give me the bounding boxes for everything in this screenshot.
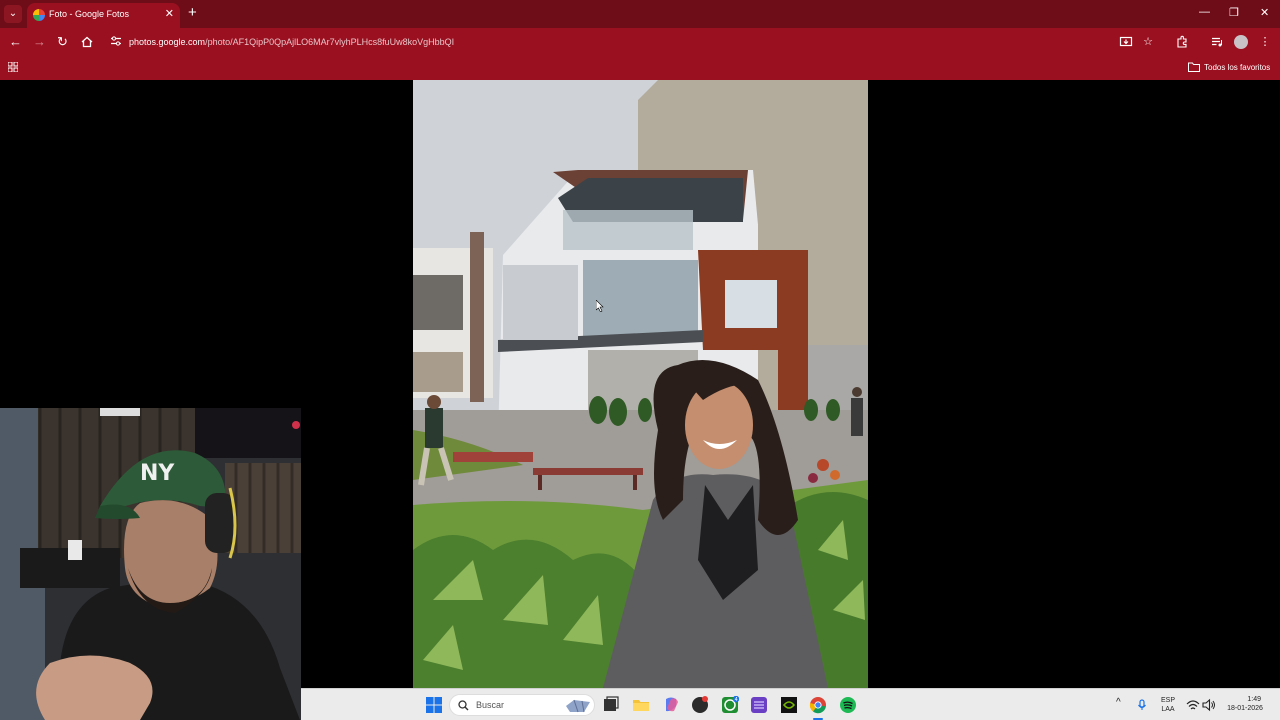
restore-icon[interactable]: ❐ bbox=[1229, 6, 1239, 19]
nvidia-icon[interactable] bbox=[780, 696, 798, 714]
close-window-icon[interactable]: ✕ bbox=[1260, 6, 1269, 19]
new-tab-icon[interactable]: + bbox=[188, 5, 197, 21]
svg-text:NY: NY bbox=[140, 461, 175, 486]
menu-kebab-icon[interactable]: ⋮ bbox=[1258, 35, 1272, 49]
mouse-cursor-icon bbox=[596, 300, 604, 312]
tab-close-icon[interactable]: ✕ bbox=[165, 7, 174, 20]
clipchamp-icon[interactable] bbox=[750, 696, 768, 714]
taskbar: Buscar 4 ^ ESP LAA 1:49 18-01-2026 bbox=[301, 688, 1280, 720]
davinci-resolve-icon[interactable] bbox=[691, 696, 709, 714]
search-icon bbox=[458, 700, 469, 711]
input-language[interactable]: ESP LAA bbox=[1160, 696, 1176, 714]
bookmarks-bar: Todos los favoritos bbox=[0, 56, 1280, 80]
taskbar-search[interactable]: Buscar bbox=[449, 694, 595, 716]
google-photos-icon bbox=[33, 9, 45, 21]
profile-avatar[interactable] bbox=[1234, 35, 1248, 49]
photo[interactable] bbox=[413, 80, 868, 688]
media-controls-icon[interactable] bbox=[1210, 35, 1224, 49]
install-app-icon[interactable] bbox=[1119, 35, 1133, 49]
xbox-icon[interactable]: 4 bbox=[721, 696, 739, 714]
file-explorer-icon[interactable] bbox=[632, 696, 650, 714]
apps-grid-icon[interactable] bbox=[8, 62, 18, 72]
site-info-icon[interactable] bbox=[110, 35, 122, 47]
bookmark-star-icon[interactable]: ☆ bbox=[1141, 35, 1155, 49]
webcam-feed: NY bbox=[0, 408, 301, 720]
task-view-icon[interactable] bbox=[602, 696, 620, 714]
back-icon[interactable]: ← bbox=[9, 34, 22, 50]
bookmarks-folder-label: Todos los favoritos bbox=[1204, 63, 1271, 72]
address-bar[interactable]: photos.google.com/photo/AF1QipP0QpAjlLO6… bbox=[104, 30, 1164, 54]
clock-date: 18-01-2026 bbox=[1227, 705, 1263, 712]
clock[interactable]: 1:49 18-01-2026 bbox=[1223, 695, 1267, 713]
volume-icon[interactable] bbox=[1202, 698, 1216, 712]
copilot-icon[interactable] bbox=[662, 696, 680, 714]
windows-start-icon[interactable] bbox=[425, 696, 443, 714]
webcam-overlay: NY bbox=[0, 408, 301, 720]
tab-google-fotos[interactable]: Foto - Google Fotos ✕ bbox=[27, 3, 180, 28]
url-text: photos.google.com/photo/AF1QipP0QpAjlLO6… bbox=[129, 37, 455, 47]
tab-strip: ⌄ Foto - Google Fotos ✕ + — ❐ ✕ bbox=[0, 0, 1280, 28]
minimize-icon[interactable]: — bbox=[1199, 6, 1210, 18]
spotify-icon[interactable] bbox=[839, 696, 857, 714]
wifi-icon[interactable] bbox=[1186, 698, 1200, 712]
reload-icon[interactable]: ↻ bbox=[57, 34, 68, 50]
home-icon[interactable] bbox=[81, 36, 93, 48]
clock-time: 1:49 bbox=[1247, 696, 1261, 703]
search-placeholder: Buscar bbox=[476, 700, 505, 710]
extensions-icon[interactable] bbox=[1175, 35, 1189, 49]
forward-icon[interactable]: → bbox=[33, 34, 46, 50]
tab-title: Foto - Google Fotos bbox=[49, 9, 130, 19]
svg-text:4: 4 bbox=[735, 697, 738, 703]
search-highlight-icon bbox=[566, 699, 590, 713]
tab-search-icon[interactable]: ⌄ bbox=[4, 5, 22, 23]
chrome-icon[interactable] bbox=[809, 696, 827, 714]
folder-icon bbox=[1188, 62, 1200, 72]
microphone-icon[interactable] bbox=[1136, 699, 1148, 711]
browser-toolbar: ← → ↻ photos.google.com/photo/AF1QipP0Qp… bbox=[0, 28, 1280, 56]
tray-overflow-icon[interactable]: ^ bbox=[1116, 698, 1121, 708]
photo-scene bbox=[413, 80, 868, 688]
